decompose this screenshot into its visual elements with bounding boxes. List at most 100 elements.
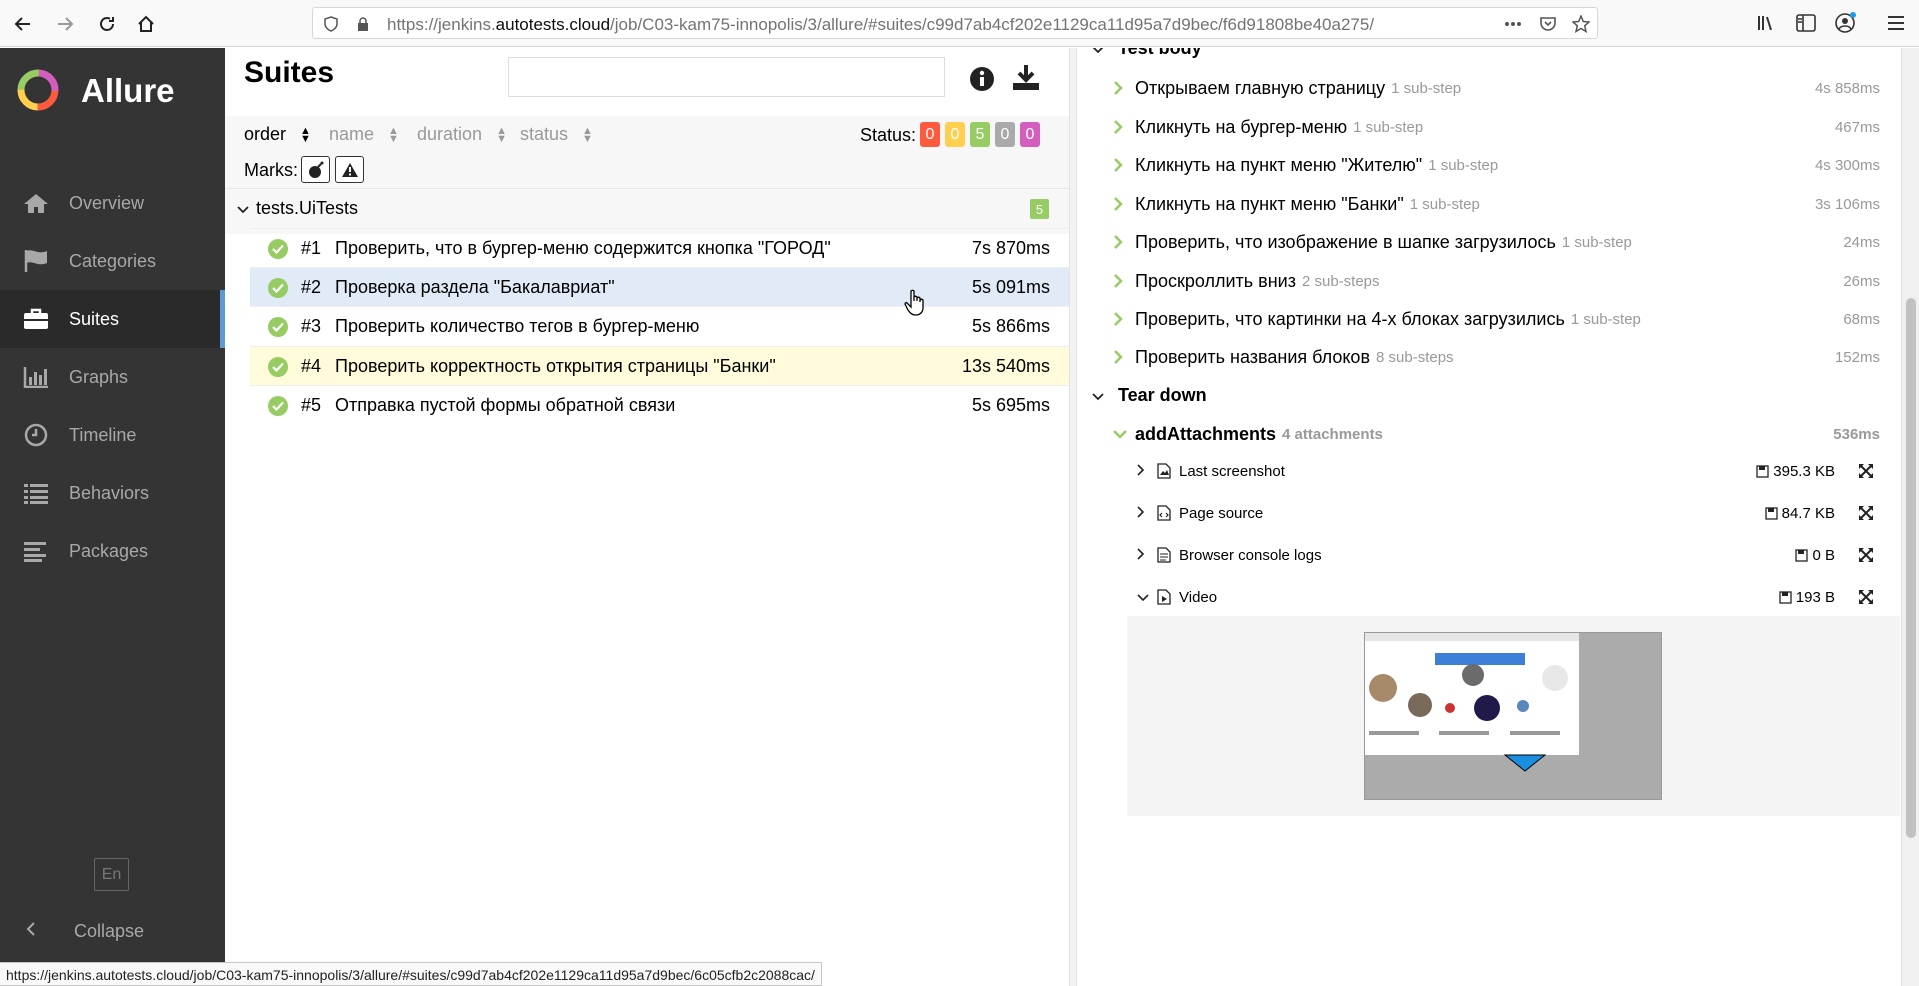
step-name: Проверить названия блоков [1135, 346, 1371, 367]
sidebar-item-packages[interactable]: Packages [0, 522, 225, 580]
sidebar-icon[interactable] [1792, 9, 1820, 37]
sort-arrows-icon: ▲ ▼ [496, 124, 507, 145]
url-host: autotests.cloud [495, 15, 611, 34]
step-duration: 152ms [1834, 348, 1880, 366]
test-duration: 5s 695ms [971, 395, 1050, 415]
page-title: Suites [244, 56, 335, 89]
attachment-row[interactable]: Page source 84.7 KB [1137, 492, 1880, 534]
home-icon [21, 190, 51, 216]
back-icon[interactable] [8, 9, 38, 39]
expand-icon[interactable] [1858, 463, 1874, 479]
step-row[interactable]: Проверить, что изображение в шапке загру… [1113, 223, 1880, 261]
expand-icon[interactable] [1858, 505, 1874, 521]
sidebar-item-categories[interactable]: Categories [0, 232, 225, 290]
step-row[interactable]: addAttachments 4 attachments 536ms [1113, 415, 1880, 453]
account-icon[interactable] [1831, 9, 1859, 37]
test-number: #3 [301, 316, 322, 336]
attachment-row[interactable]: Last screenshot 395.3 KB [1137, 450, 1880, 492]
test-number: #1 [301, 238, 322, 258]
step-row[interactable]: Кликнуть на пункт меню "Банки" 1 sub-ste… [1113, 185, 1880, 223]
home-icon[interactable] [131, 9, 161, 39]
sort-order-button[interactable]: order ▲ ▼ [244, 124, 311, 145]
sidebar-item-overview[interactable]: Overview [0, 174, 225, 232]
step-duration: 24ms [1843, 233, 1880, 251]
step-row[interactable]: Кликнуть на пункт меню "Жителю" 1 sub-st… [1113, 146, 1880, 184]
pane-divider[interactable] [1069, 48, 1077, 986]
details-scrollbar[interactable] [1901, 48, 1919, 986]
flaky-mark-button[interactable] [301, 156, 330, 183]
sidebar-item-suites[interactable]: Suites [0, 290, 225, 348]
status-broken-toggle[interactable]: 0 [945, 122, 965, 147]
sort-name-button[interactable]: name ▲ ▼ [329, 124, 399, 145]
brand-title[interactable]: Allure [81, 72, 175, 110]
tear-down-section-header[interactable]: Tear down [1092, 385, 1207, 406]
language-button[interactable]: En [94, 858, 129, 891]
status-failed-toggle[interactable]: 0 [920, 122, 940, 147]
collapse-label: Collapse [74, 920, 145, 941]
step-duration: 68ms [1843, 310, 1880, 328]
sidebar-item-graphs[interactable]: Graphs [0, 348, 225, 406]
suite-group-row[interactable]: tests.UiTests 5 [225, 188, 1069, 228]
video-player[interactable] [1364, 632, 1662, 800]
step-name: Кликнуть на пункт меню "Жителю" [1135, 154, 1423, 175]
test-row[interactable]: #5 Отправка пустой формы обратной связи … [250, 385, 1069, 425]
attachment-row[interactable]: Browser console logs 0 B [1137, 534, 1880, 576]
step-row[interactable]: Проверить, что картинки на 4-х блоках за… [1113, 300, 1880, 338]
video-attachment-panel [1127, 616, 1900, 816]
sort-status-button[interactable]: status ▲ ▼ [520, 124, 593, 145]
library-icon[interactable] [1752, 9, 1780, 37]
info-icon[interactable] [965, 62, 999, 96]
test-name: Отправка пустой формы обратной связи [335, 395, 676, 415]
step-row[interactable]: Проскроллить вниз 2 sub-steps 26ms [1113, 262, 1880, 300]
allure-logo-icon[interactable] [16, 68, 60, 112]
chevron-right-icon [1113, 197, 1131, 211]
forward-icon[interactable] [50, 9, 80, 39]
attachment-name: Page source [1179, 504, 1264, 522]
test-row[interactable]: #3 Проверить количество тегов в бургер-м… [250, 306, 1069, 346]
sort-duration-button[interactable]: duration ▲ ▼ [417, 124, 507, 145]
step-duration: 4s 300ms [1814, 156, 1880, 174]
star-icon[interactable] [1571, 14, 1591, 34]
save-icon [1764, 506, 1778, 520]
lock-icon[interactable] [353, 14, 373, 34]
step-row[interactable]: Кликнуть на бургер-меню 1 sub-step 467ms [1113, 108, 1880, 146]
pocket-icon[interactable] [1538, 14, 1558, 34]
shield-icon[interactable] [321, 14, 341, 34]
align-left-icon [21, 538, 51, 564]
scrollbar-thumb[interactable] [1906, 298, 1916, 838]
test-row[interactable]: #4 Проверить корректность открытия стран… [250, 346, 1069, 386]
expand-icon[interactable] [1858, 547, 1874, 563]
test-body-section-header[interactable]: Test body [1092, 48, 1202, 59]
menu-icon[interactable] [1882, 9, 1910, 37]
search-input[interactable] [508, 57, 945, 97]
step-row[interactable]: Открываем главную страницу 1 sub-step 4s… [1113, 69, 1880, 107]
url-text[interactable]: https://jenkins.autotests.cloud/job/C03-… [387, 15, 1374, 35]
suite-group-title: tests.UiTests [256, 198, 359, 218]
collapse-button[interactable]: Collapse [0, 906, 225, 956]
bomb-icon [308, 161, 323, 178]
more-icon[interactable] [1503, 14, 1523, 34]
status-unknown-toggle[interactable]: 0 [1020, 122, 1040, 147]
status-passed-toggle[interactable]: 5 [970, 122, 990, 147]
new-failed-mark-button[interactable] [335, 156, 364, 183]
test-row[interactable]: #1 Проверить, что в бургер-меню содержит… [250, 228, 1069, 268]
test-number: #5 [301, 395, 322, 415]
expand-icon[interactable] [1858, 589, 1874, 605]
test-row[interactable]: #2 Проверка раздела "Бакалавриат" 5s 091… [250, 267, 1069, 307]
chevron-right-icon [1137, 505, 1151, 522]
step-name: Кликнуть на пункт меню "Банки" [1135, 193, 1404, 214]
sort-order-label: order [244, 124, 287, 144]
url-prefix: https://jenkins. [387, 15, 496, 34]
url-bar[interactable]: https://jenkins.autotests.cloud/job/C03-… [312, 7, 1598, 39]
test-name: Проверить, что в бургер-меню содержится … [335, 238, 831, 258]
chevron-right-icon [1113, 350, 1131, 364]
sidebar-item-behaviors[interactable]: Behaviors [0, 464, 225, 522]
chevron-right-icon [1137, 463, 1151, 480]
attachment-row[interactable]: Video 193 B [1137, 576, 1880, 618]
step-row[interactable]: Проверить названия блоков 8 sub-steps 15… [1113, 338, 1880, 376]
download-icon[interactable] [1009, 60, 1043, 94]
sidebar-item-timeline[interactable]: Timeline [0, 406, 225, 464]
sort-arrows-icon: ▲ ▼ [582, 124, 593, 145]
reload-icon[interactable] [92, 9, 122, 39]
status-skipped-toggle[interactable]: 0 [995, 122, 1015, 147]
